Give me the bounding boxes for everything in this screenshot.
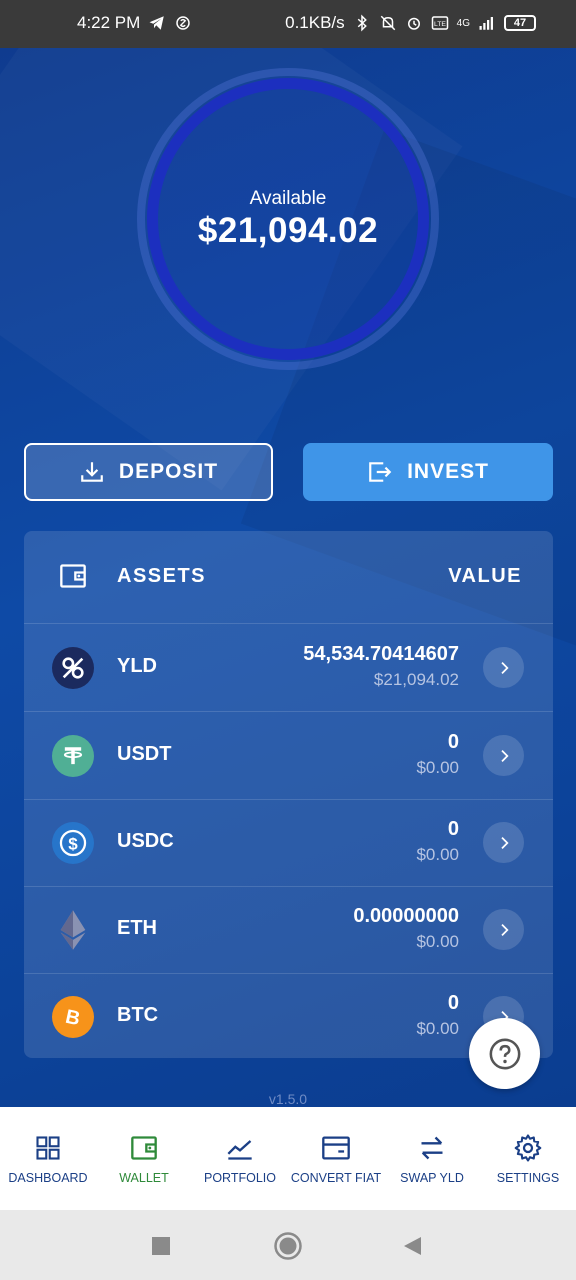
btc-coin-icon: B: [52, 996, 94, 1038]
recents-icon[interactable]: [152, 1237, 170, 1255]
asset-usd-value: $0.00: [416, 932, 459, 951]
chevron-right-icon[interactable]: [483, 822, 524, 863]
usdc-coin-icon: $: [52, 822, 94, 864]
network-speed: 0.1KB/s: [285, 13, 345, 32]
alarm-icon: [407, 17, 420, 30]
assets-header: ASSETS VALUE: [24, 531, 553, 624]
mute-icon: [380, 15, 395, 31]
invest-label: INVEST: [407, 460, 489, 483]
home-icon[interactable]: [273, 1231, 303, 1261]
nav-label: DASHBOARD: [8, 1171, 88, 1185]
asset-amount: 0.00000000: [353, 905, 459, 927]
nav-label: WALLET: [119, 1171, 169, 1185]
value-header-label: VALUE: [448, 565, 522, 587]
signal-icon: [479, 17, 493, 30]
help-button[interactable]: [469, 1018, 540, 1089]
telegram-icon: [149, 16, 165, 30]
nav-label: PORTFOLIO: [203, 1171, 276, 1185]
assets-card: ASSETS VALUE YLD 54,534.70414607 $21,094…: [24, 531, 553, 1058]
nav-label: SETTINGS: [496, 1171, 560, 1185]
chevron-right-icon[interactable]: [483, 735, 524, 776]
battery-indicator: 47: [504, 15, 536, 31]
svg-text:B: B: [63, 1006, 82, 1030]
available-amount: $21,094.02: [197, 211, 379, 250]
grid-icon: [36, 1136, 60, 1160]
asset-amount: 0: [447, 731, 459, 753]
wallet-screen: Available $21,094.02 DEPOSIT INVEST ASSE…: [0, 48, 576, 1107]
chevron-right-icon[interactable]: [483, 909, 524, 950]
asset-amount: 0: [447, 992, 459, 1014]
asset-row-usdt[interactable]: USDT 0 $0.00: [24, 712, 553, 800]
asset-symbol: BTC: [117, 1004, 159, 1026]
asset-symbol: USDC: [117, 830, 174, 852]
swap-icon: [421, 1136, 443, 1160]
usdt-coin-icon: [52, 735, 94, 777]
chevron-right-icon[interactable]: [483, 647, 524, 688]
nav-settings[interactable]: SETTINGS: [480, 1107, 576, 1210]
status-bar: 4:22 PM 0.1KB/s LTE 4G 47: [0, 0, 576, 48]
app-notification-icon: [176, 16, 191, 30]
app-version: v1.5.0: [268, 1091, 308, 1107]
asset-symbol: ETH: [117, 917, 157, 939]
svg-text:LTE: LTE: [434, 21, 446, 28]
asset-symbol: YLD: [117, 655, 157, 677]
nav-label: SWAP YLD: [400, 1171, 464, 1185]
asset-symbol: USDT: [117, 743, 172, 765]
assets-header-label: ASSETS: [117, 565, 207, 587]
nav-wallet[interactable]: WALLET: [96, 1107, 192, 1210]
gear-icon: [514, 1134, 542, 1162]
asset-row-yld[interactable]: YLD 54,534.70414607 $21,094.02: [24, 624, 553, 712]
wallet-icon: [131, 1136, 157, 1160]
back-icon[interactable]: [402, 1236, 422, 1256]
bluetooth-icon: [357, 14, 367, 32]
asset-amount: 54,534.70414607: [303, 643, 459, 665]
nav-convert-fiat[interactable]: CONVERT FIAT: [288, 1107, 384, 1210]
nav-dashboard[interactable]: DASHBOARD: [0, 1107, 96, 1210]
eth-coin-icon: [52, 909, 94, 951]
deposit-button[interactable]: DEPOSIT: [24, 443, 273, 501]
asset-row-eth[interactable]: ETH 0.00000000 $0.00: [24, 886, 553, 974]
svg-text:$: $: [68, 834, 78, 853]
asset-row-usdc[interactable]: $ USDC 0 $0.00: [24, 799, 553, 887]
asset-usd-value: $0.00: [416, 758, 459, 777]
asset-usd-value: $21,094.02: [373, 670, 459, 689]
wallet-icon: [60, 564, 86, 588]
download-icon: [81, 462, 103, 482]
chart-line-icon: [227, 1140, 252, 1160]
invest-icon: [369, 462, 392, 482]
deposit-label: DEPOSIT: [118, 460, 219, 483]
system-navigation-bar: [0, 1210, 576, 1280]
card-icon: [322, 1136, 350, 1160]
asset-usd-value: $0.00: [416, 845, 459, 864]
available-label: Available: [249, 188, 327, 209]
nav-label: CONVERT FIAT: [290, 1171, 382, 1185]
volte-icon: LTE: [431, 16, 448, 30]
question-icon: [489, 1038, 520, 1069]
yld-coin-icon: [52, 647, 94, 689]
nav-swap-yld[interactable]: SWAP YLD: [384, 1107, 480, 1210]
status-time: 4:22 PM: [77, 13, 141, 32]
network-type: 4G: [456, 17, 470, 29]
nav-portfolio[interactable]: PORTFOLIO: [192, 1107, 288, 1210]
invest-button[interactable]: INVEST: [303, 443, 553, 501]
asset-amount: 0: [447, 818, 459, 840]
asset-usd-value: $0.00: [416, 1019, 459, 1038]
bottom-navigation: DASHBOARD WALLET PORTFOLIO CONVERT FIAT …: [0, 1107, 576, 1210]
